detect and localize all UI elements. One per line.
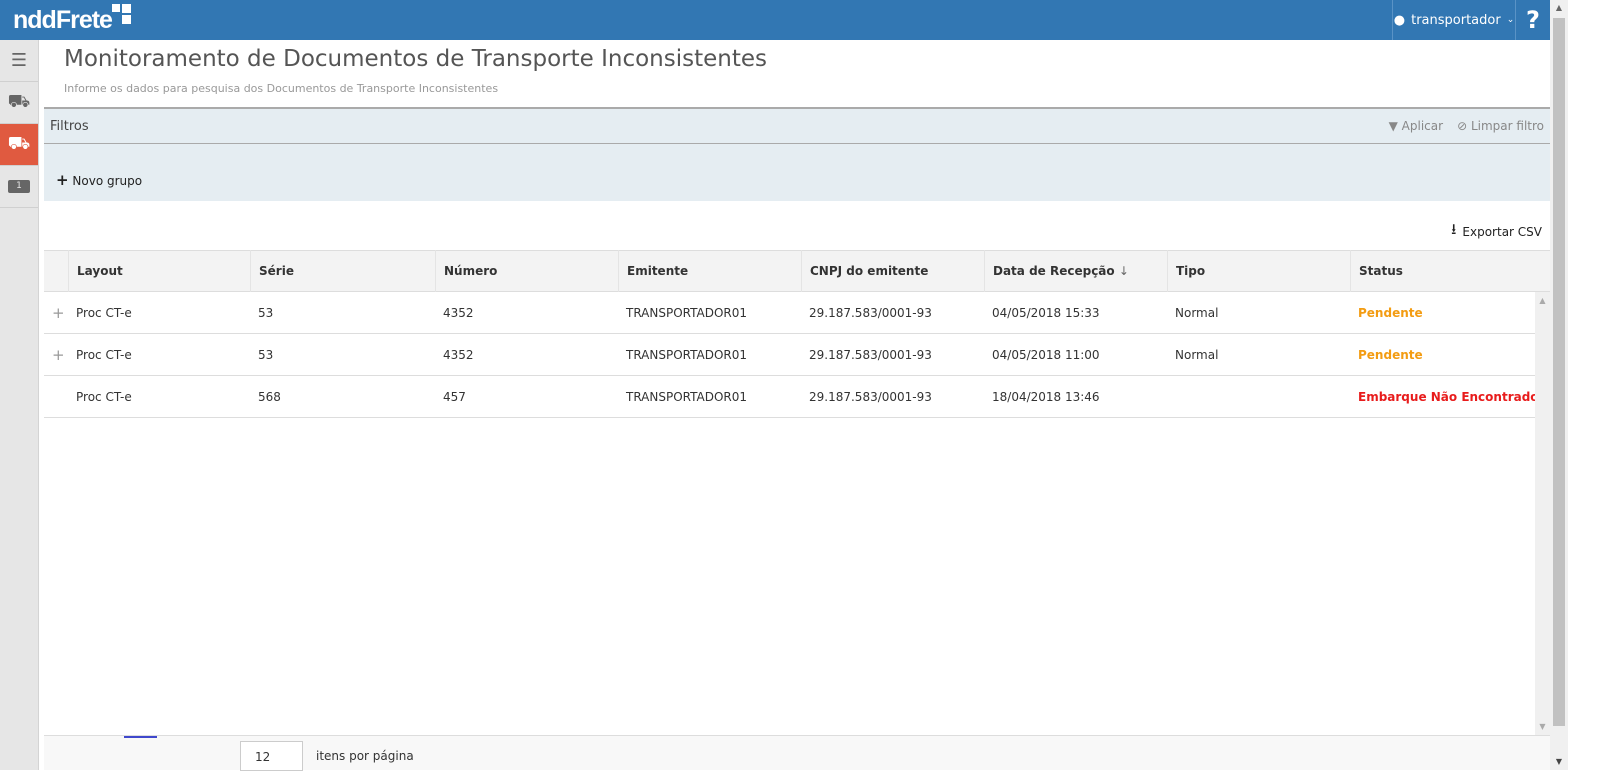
cell-numero: 457 <box>443 389 466 404</box>
cell-layout: Proc CT-e <box>76 347 132 362</box>
download-icon: ⭳ <box>1451 220 1457 238</box>
cell-status: Pendente <box>1358 347 1423 362</box>
cell-cnpj: 29.187.583/0001-93 <box>809 347 932 362</box>
logo-square <box>112 4 120 12</box>
new-group-button[interactable]: + Novo grupo <box>56 171 142 189</box>
truck-document-icon[interactable]: ⛟ <box>0 124 38 166</box>
apply-button[interactable]: ▼ Aplicar <box>1389 119 1443 133</box>
cell-layout: Proc CT-e <box>76 389 132 404</box>
money-icon[interactable]: 1 <box>0 166 38 208</box>
col-emitente[interactable]: Emitente <box>618 250 801 292</box>
user-menu[interactable]: ● transportador ⌄ <box>1392 0 1516 40</box>
cell-tipo: Normal <box>1175 305 1219 320</box>
user-name: transportador <box>1411 12 1501 28</box>
cell-layout: Proc CT-e <box>76 305 132 320</box>
page-size-label: itens por página <box>316 749 414 763</box>
clear-filter-button[interactable]: ⊘ Limpar filtro <box>1457 119 1544 133</box>
cell-data: 04/05/2018 15:33 <box>992 305 1100 320</box>
cell-serie: 53 <box>258 347 274 362</box>
cell-numero: 4352 <box>443 347 474 362</box>
logo[interactable]: nddFrete <box>13 6 113 35</box>
col-data[interactable]: Data de Recepção ↓ <box>984 250 1167 292</box>
cell-data: 04/05/2018 11:00 <box>992 347 1100 362</box>
expand-row-button[interactable]: + <box>44 304 68 322</box>
expand-row-button[interactable]: + <box>44 346 68 364</box>
page-scrollbar[interactable]: ▲ ▼ <box>1550 0 1568 770</box>
export-csv-button[interactable]: ⭳ Exportar CSV <box>1451 219 1542 244</box>
user-icon: ● <box>1393 12 1406 28</box>
sidebar: ☰ ⛟ ⛟ 1 <box>0 40 39 770</box>
table-row[interactable]: + Proc CT-e 53 4352 TRANSPORTADOR01 29.187.58… <box>44 334 1550 376</box>
col-layout[interactable]: Layout <box>68 250 250 292</box>
col-tipo[interactable]: Tipo <box>1167 250 1350 292</box>
plus-icon: + <box>56 171 69 189</box>
pager-current-indicator <box>124 736 157 738</box>
cell-cnpj: 29.187.583/0001-93 <box>809 305 932 320</box>
grid-scrollbar[interactable]: ▲ ▼ <box>1535 292 1550 735</box>
help-button[interactable]: ? <box>1516 0 1550 40</box>
data-grid: Layout Série Número Emitente CNPJ do emi… <box>44 250 1550 418</box>
col-numero[interactable]: Número <box>435 250 618 292</box>
filter-title: Filtros <box>50 118 89 134</box>
cell-serie: 53 <box>258 305 274 320</box>
top-bar: nddFrete ● transportador ⌄ ? <box>0 0 1550 40</box>
page-title: Monitoramento de Documentos de Transport… <box>64 46 767 72</box>
cell-cnpj: 29.187.583/0001-93 <box>809 389 932 404</box>
cell-data: 18/04/2018 13:46 <box>992 389 1100 404</box>
cell-serie: 568 <box>258 389 281 404</box>
filter-panel: Filtros ▼ Aplicar ⊘ Limpar filtro + Novo… <box>44 107 1550 201</box>
page-subtitle: Informe os dados para pesquisa dos Docum… <box>64 82 499 95</box>
cell-emitente: TRANSPORTADOR01 <box>626 389 748 404</box>
table-row[interactable]: Proc CT-e 568 457 TRANSPORTADOR01 29.187.583… <box>44 376 1550 418</box>
table-row[interactable]: + Proc CT-e 53 4352 TRANSPORTADOR01 29.187.58… <box>44 292 1550 334</box>
col-status[interactable]: Status <box>1350 250 1536 292</box>
cell-tipo: Normal <box>1175 347 1219 362</box>
ban-icon: ⊘ <box>1457 119 1468 133</box>
col-serie[interactable]: Série <box>250 250 435 292</box>
col-cnpj[interactable]: CNPJ do emitente <box>801 250 984 292</box>
page-size-select[interactable]: 12 <box>240 741 303 771</box>
cell-status: Pendente <box>1358 305 1423 320</box>
cell-numero: 4352 <box>443 305 474 320</box>
menu-icon[interactable]: ☰ <box>0 40 38 82</box>
logo-square <box>122 4 131 13</box>
filter-icon: ▼ <box>1388 119 1398 133</box>
chevron-down-icon: ⌄ <box>1506 15 1515 25</box>
cell-emitente: TRANSPORTADOR01 <box>626 305 748 320</box>
pager: 12 itens por página <box>44 735 1550 771</box>
cell-status: Embarque Não Encontrado <box>1358 389 1539 404</box>
logo-square <box>122 15 131 24</box>
cell-emitente: TRANSPORTADOR01 <box>626 347 748 362</box>
sort-desc-icon: ↓ <box>1118 264 1129 278</box>
truck-icon[interactable]: ⛟ <box>0 82 38 124</box>
table-header: Layout Série Número Emitente CNPJ do emi… <box>44 250 1550 292</box>
